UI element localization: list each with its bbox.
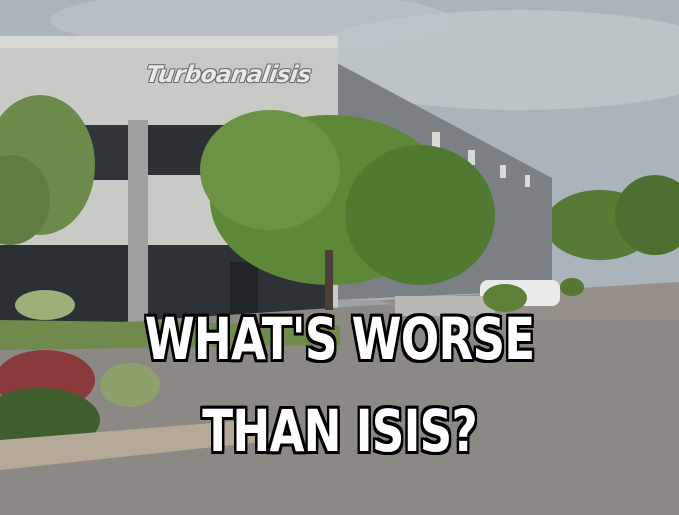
grass-clump: [15, 290, 75, 320]
meme-caption-line-2: THAN ISIS?: [202, 397, 477, 465]
wall-lamp: [500, 165, 506, 178]
building-sign: Turboanalisis: [144, 62, 313, 88]
street-view-photo: Turboanalisis WHAT'S WORSE THAN ISIS?: [0, 0, 679, 515]
tree-trunk: [325, 250, 333, 310]
meme-caption-line-1: WHAT'S WORSE: [144, 305, 535, 373]
tree-right: [345, 145, 495, 285]
shrub: [560, 278, 584, 296]
wall-lamp: [525, 175, 530, 187]
tree-canopy: [200, 110, 340, 230]
building-roofline: [0, 36, 338, 48]
building-column: [128, 120, 148, 325]
